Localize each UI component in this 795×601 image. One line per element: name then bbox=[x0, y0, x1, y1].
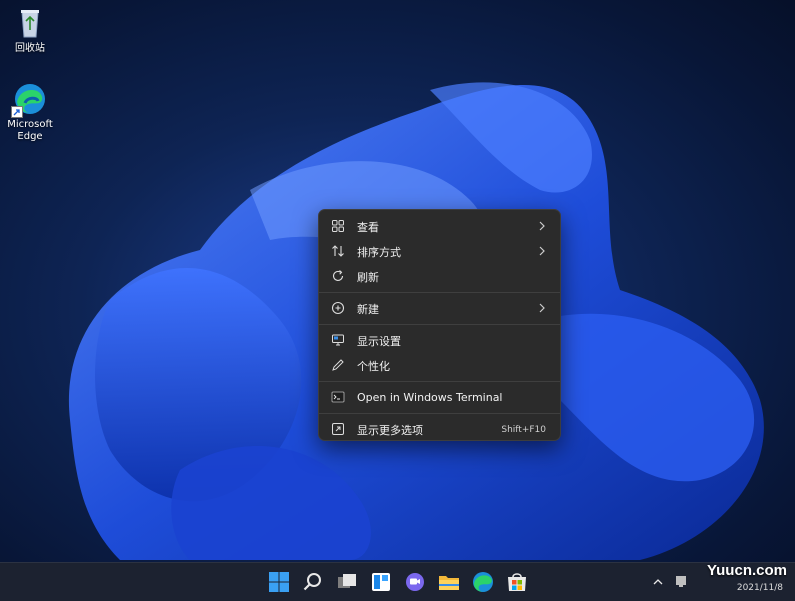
view-grid-icon bbox=[332, 220, 344, 232]
menu-item-label: 个性化 bbox=[357, 359, 390, 373]
menu-item-label: 新建 bbox=[357, 302, 379, 316]
taskbar: 2021/11/8 bbox=[0, 562, 795, 601]
taskbar-clock-date[interactable]: 2021/11/8 bbox=[737, 583, 783, 593]
more-options-icon bbox=[332, 423, 344, 435]
desktop-icon-edge[interactable]: Microsoft Edge bbox=[0, 82, 60, 143]
menu-item-display-settings[interactable]: 显示设置 bbox=[323, 328, 556, 353]
pen-icon bbox=[332, 359, 344, 371]
file-explorer-icon[interactable] bbox=[437, 570, 461, 594]
menu-item-label: 显示设置 bbox=[357, 334, 401, 348]
task-view-icon[interactable] bbox=[335, 570, 359, 594]
menu-item-personalize[interactable]: 个性化 bbox=[323, 353, 556, 378]
store-icon[interactable] bbox=[505, 570, 529, 594]
chevron-right-icon bbox=[539, 303, 545, 313]
desktop-icon-label: 回收站 bbox=[15, 43, 45, 54]
network-icon[interactable] bbox=[674, 574, 688, 588]
menu-item-label: 查看 bbox=[357, 220, 379, 234]
start-icon[interactable] bbox=[267, 570, 291, 594]
menu-item-show-more-options[interactable]: 显示更多选项 Shift+F10 bbox=[323, 417, 556, 442]
menu-separator bbox=[319, 381, 560, 382]
menu-item-label: 显示更多选项 bbox=[357, 423, 423, 437]
widgets-icon[interactable] bbox=[369, 570, 393, 594]
menu-item-label: 排序方式 bbox=[357, 245, 401, 259]
chevron-up-icon[interactable] bbox=[652, 576, 664, 588]
display-settings-icon bbox=[332, 334, 344, 346]
desktop-context-menu: 查看 排序方式 刷新 新建 显示设置 个性化 Open in Windows T… bbox=[318, 209, 561, 441]
menu-item-view[interactable]: 查看 bbox=[323, 214, 556, 239]
edge-icon bbox=[11, 82, 47, 118]
recycle-bin-icon bbox=[13, 6, 47, 40]
menu-separator bbox=[319, 292, 560, 293]
sort-icon bbox=[332, 245, 344, 257]
menu-item-label: Open in Windows Terminal bbox=[357, 391, 503, 404]
desktop-icon-recycle-bin[interactable]: 回收站 bbox=[0, 6, 60, 55]
menu-item-label: 刷新 bbox=[357, 270, 379, 284]
edge-icon[interactable] bbox=[471, 570, 495, 594]
search-icon[interactable] bbox=[301, 570, 325, 594]
menu-item-sort[interactable]: 排序方式 bbox=[323, 239, 556, 264]
chevron-right-icon bbox=[539, 221, 545, 231]
desktop-icon-label-line1: Microsoft bbox=[7, 119, 53, 130]
menu-separator bbox=[319, 413, 560, 414]
shortcut-arrow-icon bbox=[11, 106, 23, 118]
menu-item-new[interactable]: 新建 bbox=[323, 296, 556, 321]
watermark-text: Yuucn.com bbox=[706, 562, 787, 579]
refresh-icon bbox=[332, 270, 344, 281]
menu-item-open-terminal[interactable]: Open in Windows Terminal bbox=[323, 385, 556, 410]
teams-chat-icon[interactable] bbox=[403, 570, 427, 594]
terminal-icon bbox=[331, 391, 345, 403]
new-plus-icon bbox=[331, 301, 345, 315]
menu-item-refresh[interactable]: 刷新 bbox=[323, 264, 556, 289]
desktop-icon-label-line2: Edge bbox=[17, 131, 43, 142]
chevron-right-icon bbox=[539, 246, 545, 256]
menu-item-shortcut: Shift+F10 bbox=[501, 424, 546, 435]
menu-separator bbox=[319, 324, 560, 325]
